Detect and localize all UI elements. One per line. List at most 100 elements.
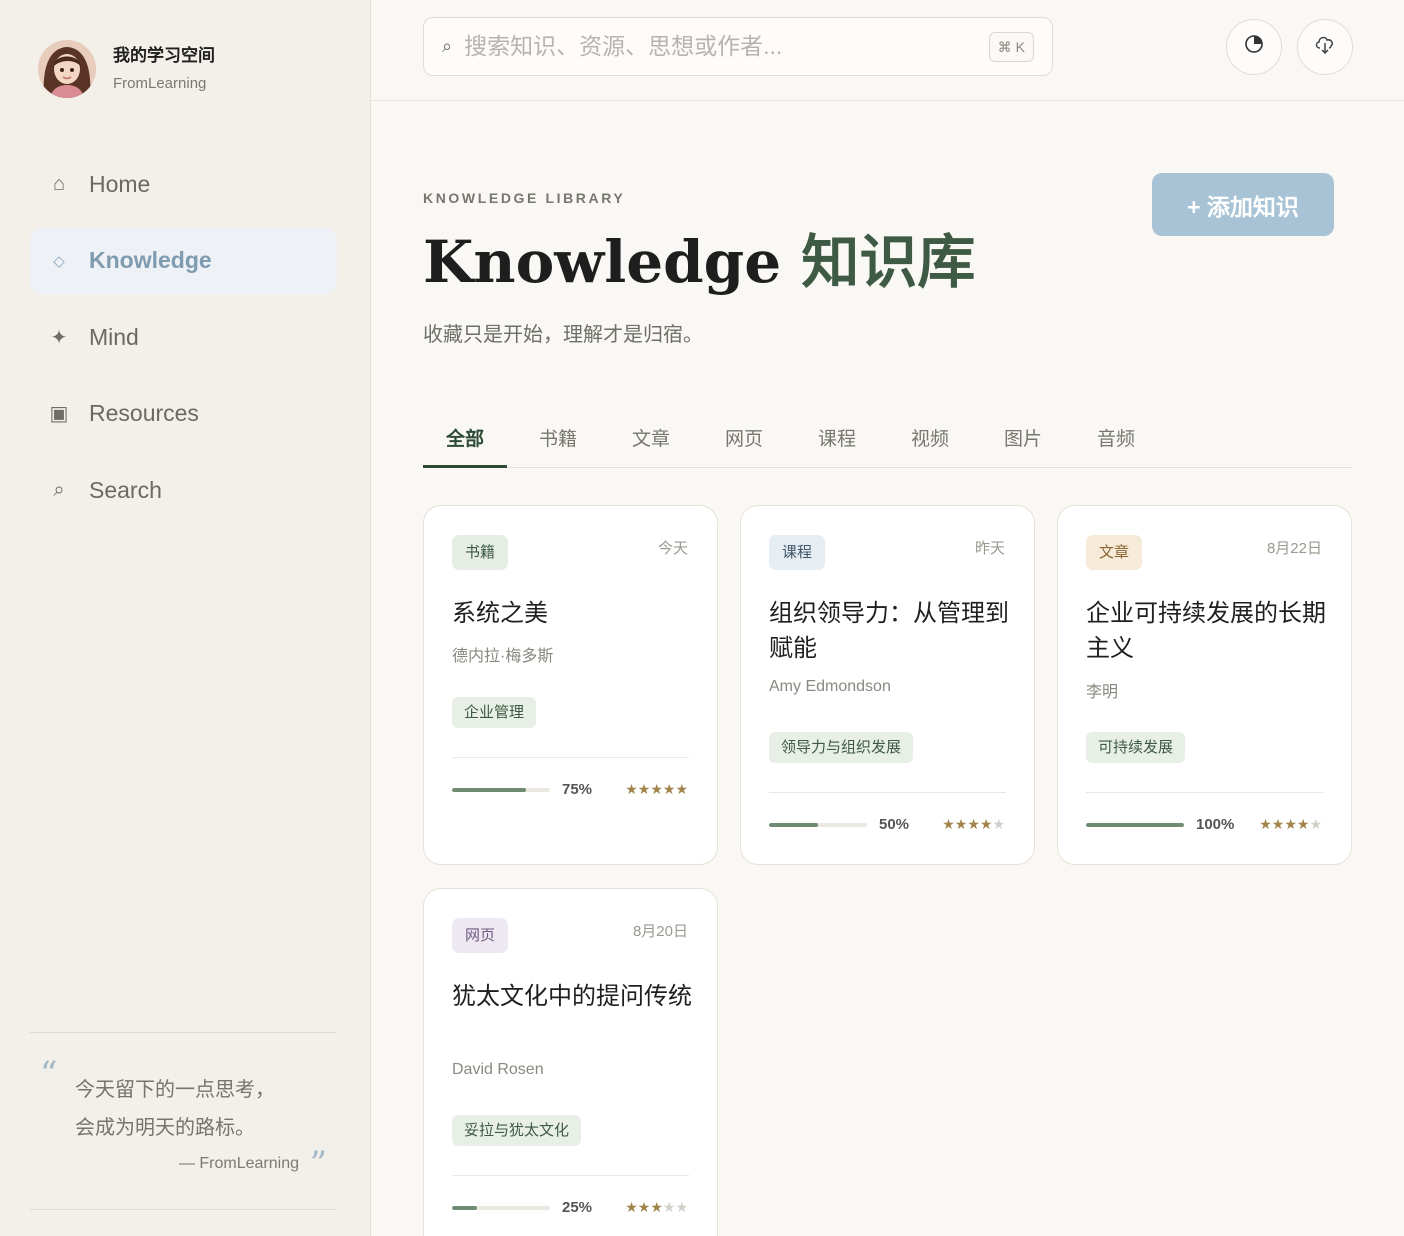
tab-courses[interactable]: 课程 xyxy=(795,412,879,468)
sidebar-item-label: Search xyxy=(89,476,162,503)
star-icon: ★ xyxy=(675,1199,688,1215)
card-title: 组织领导力：从管理到赋能 xyxy=(769,599,1009,662)
quote-author: — FromLearning xyxy=(178,1155,299,1172)
sidebar-item-mind[interactable]: ✦ Mind xyxy=(30,304,337,370)
profile-subtitle: FromLearning xyxy=(113,75,207,92)
profile-name: 我的学习空间 xyxy=(113,46,215,65)
star-icon: ★ xyxy=(1271,816,1285,832)
half-moon-icon xyxy=(1244,34,1264,60)
star-icon: ★ xyxy=(942,816,955,832)
star-icon: ★ xyxy=(662,781,676,797)
tab-all[interactable]: 全部 xyxy=(423,412,507,468)
shortcut-badge: ⌘ K xyxy=(988,32,1034,62)
star-icon: ★ xyxy=(637,781,651,797)
sidebar-item-label: Mind xyxy=(89,323,139,350)
filter-tabs: 全部 书籍 文章 网页 课程 视频 图片 音频 xyxy=(423,412,1352,468)
card-author: 德内拉·梅多斯 xyxy=(452,648,554,665)
star-icon: ★ xyxy=(1259,816,1272,832)
progress-percent: 50% xyxy=(879,816,910,833)
sidebar-item-knowledge[interactable]: ◇ Knowledge xyxy=(30,227,337,294)
card-date: 8月20日 xyxy=(632,923,688,940)
card-tag: 企业管理 xyxy=(452,697,537,728)
tab-audio[interactable]: 音频 xyxy=(1074,412,1158,468)
star-icon: ★ xyxy=(650,781,663,797)
star-icon: ★ xyxy=(675,781,688,797)
page-subtitle: 收藏只是开始，理解才是归宿。 xyxy=(423,324,703,346)
progress-bar xyxy=(452,1206,550,1210)
quote-line: 会成为明天的路标。 xyxy=(75,1115,255,1139)
star-icon: ★ xyxy=(625,1199,638,1215)
sidebar-item-label: Resources xyxy=(89,400,199,426)
profile[interactable]: 我的学习空间 FromLearning xyxy=(38,40,215,98)
sidebar-item-resources[interactable]: ▣ Resources xyxy=(30,381,337,447)
star-icon: ★ xyxy=(625,781,638,797)
star-icon: ★ xyxy=(662,1199,676,1215)
tab-videos[interactable]: 视频 xyxy=(888,412,972,468)
page-title-cn: 知识库 xyxy=(801,228,976,296)
sync-button[interactable] xyxy=(1297,19,1353,75)
progress-bar xyxy=(452,788,550,792)
rating-stars: ★★★★★ xyxy=(1259,816,1322,833)
card-author: Amy Edmondson xyxy=(769,678,891,695)
card-divider xyxy=(452,1175,689,1176)
card-tag: 可持续发展 xyxy=(1086,732,1186,763)
avatar[interactable] xyxy=(38,40,96,98)
knowledge-card[interactable]: 课程 昨天 组织领导力：从管理到赋能 Amy Edmondson 领导力与组织发… xyxy=(740,505,1035,865)
sparkle-icon: ✦ xyxy=(50,326,68,349)
rating-stars: ★★★★★ xyxy=(942,816,1005,833)
star-icon: ★ xyxy=(1284,816,1297,832)
star-icon: ★ xyxy=(967,816,980,832)
card-author: 李明 xyxy=(1086,684,1119,701)
card-tag: 领导力与组织发展 xyxy=(769,732,914,763)
card-author: David Rosen xyxy=(452,1061,544,1078)
knowledge-card[interactable]: 文章 8月22日 企业可持续发展的长期主义 李明 可持续发展 100% ★★★★… xyxy=(1057,505,1352,865)
diamond-icon: ◇ xyxy=(53,252,65,270)
card-date: 8月22日 xyxy=(1266,540,1322,557)
rating-stars: ★★★★★ xyxy=(625,1199,688,1216)
cloud-icon xyxy=(1313,33,1337,61)
progress-percent: 25% xyxy=(562,1199,593,1216)
tab-books[interactable]: 书籍 xyxy=(516,412,600,468)
type-chip: 课程 xyxy=(769,535,826,570)
page-eyebrow: KNOWLEDGE LIBRARY xyxy=(423,190,626,206)
card-divider xyxy=(769,792,1006,793)
card-title: 系统之美 xyxy=(452,599,548,627)
card-title: 企业可持续发展的长期主义 xyxy=(1086,599,1326,662)
star-icon: ★ xyxy=(992,816,1005,832)
add-knowledge-button[interactable]: + 添加知识 xyxy=(1152,173,1334,236)
sidebar-item-search[interactable]: ⌕ Search xyxy=(30,457,337,523)
tab-webpages[interactable]: 网页 xyxy=(702,412,786,468)
card-title: 犹太文化中的提问传统 xyxy=(452,982,692,1010)
rating-stars: ★★★★★ xyxy=(625,781,688,798)
star-icon: ★ xyxy=(1309,816,1322,832)
top-bar: ⌕ ⌘ K xyxy=(371,0,1404,101)
card-date: 今天 xyxy=(657,540,688,557)
star-icon: ★ xyxy=(979,816,993,832)
tab-images[interactable]: 图片 xyxy=(981,412,1065,468)
knowledge-card[interactable]: 书籍 今天 系统之美 德内拉·梅多斯 企业管理 75% ★★★★★ xyxy=(423,505,718,865)
search-box[interactable]: ⌕ ⌘ K xyxy=(423,17,1053,76)
card-divider xyxy=(1086,792,1323,793)
sidebar: 我的学习空间 FromLearning ⌂ Home ◇ Knowledge ✦… xyxy=(0,0,371,1236)
theme-toggle-button[interactable] xyxy=(1226,19,1282,75)
progress-percent: 100% xyxy=(1196,816,1235,833)
sidebar-item-home[interactable]: ⌂ Home xyxy=(30,151,337,217)
progress-bar xyxy=(1086,823,1184,827)
search-input[interactable] xyxy=(464,33,965,60)
close-quote-icon: ” xyxy=(309,1144,327,1184)
knowledge-card[interactable]: 网页 8月20日 犹太文化中的提问传统 David Rosen 妥拉与犹太文化 … xyxy=(423,888,718,1236)
tab-articles[interactable]: 文章 xyxy=(609,412,693,468)
progress-percent: 75% xyxy=(562,781,593,798)
star-icon: ★ xyxy=(637,1199,651,1215)
page-title: Knowledge 知识库 xyxy=(423,226,975,298)
star-icon: ★ xyxy=(954,816,968,832)
search-icon: ⌕ xyxy=(442,36,453,56)
page-title-en: Knowledge xyxy=(423,228,782,296)
resources-icon: ▣ xyxy=(49,403,69,425)
type-chip: 书籍 xyxy=(452,535,509,570)
sidebar-nav: ⌂ Home ◇ Knowledge ✦ Mind ▣ Resources ⌕ … xyxy=(30,151,337,534)
home-icon: ⌂ xyxy=(52,172,66,195)
star-icon: ★ xyxy=(1296,816,1310,832)
search-icon: ⌕ xyxy=(53,478,65,501)
quote-line: 今天留下的一点思考， xyxy=(75,1077,275,1101)
